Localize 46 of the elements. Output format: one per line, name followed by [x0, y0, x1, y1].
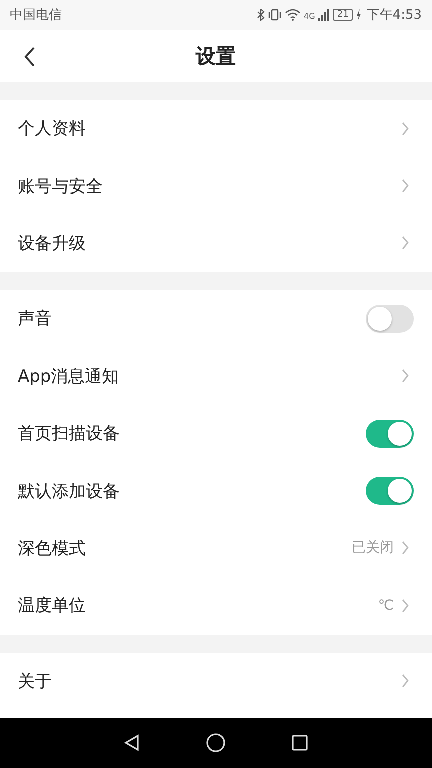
row-label: 深色模式: [18, 538, 86, 560]
chevron-icon: [402, 179, 410, 194]
settings-row[interactable]: 关于: [0, 652, 432, 710]
settings-row[interactable]: 个人资料: [0, 100, 432, 158]
battery-level: 21: [333, 9, 353, 21]
settings-row[interactable]: 声音: [0, 290, 432, 348]
chevron-icon: [402, 541, 410, 556]
settings-row[interactable]: 设备升级: [0, 214, 432, 272]
toggle-switch[interactable]: [366, 304, 414, 333]
chevron-icon: [402, 236, 410, 250]
back-icon[interactable]: [122, 734, 141, 752]
signal-icon: [318, 9, 330, 21]
settings-row[interactable]: 深色模式 已关闭: [0, 520, 432, 578]
settings-row[interactable]: 温度单位 ℃: [0, 577, 432, 635]
vibrate-icon: [268, 9, 282, 21]
toggle-switch[interactable]: [366, 420, 414, 448]
row-label: 声音: [18, 308, 52, 330]
row-label: 账号与安全: [18, 176, 103, 198]
carrier-name: 中国电信: [10, 7, 62, 24]
wifi-icon: [285, 9, 302, 21]
row-label: 默认添加设备: [18, 480, 120, 503]
settings-row[interactable]: App消息通知: [0, 348, 432, 405]
row-label: 温度单位: [18, 595, 86, 618]
settings-row[interactable]: 账号与安全: [0, 157, 432, 215]
home-icon[interactable]: [206, 733, 226, 753]
chevron-icon: [402, 122, 410, 136]
row-label: 关于: [18, 670, 52, 693]
settings-row[interactable]: 默认添加设备: [0, 462, 432, 520]
page-title: 设置: [196, 42, 236, 70]
clock-time: 下午4:53: [366, 7, 422, 24]
row-value: ℃: [378, 598, 394, 614]
chevron-icon: [402, 598, 410, 613]
charging-icon: [356, 9, 362, 21]
recents-icon[interactable]: [291, 734, 310, 752]
chevron-icon: [402, 369, 410, 384]
row-label: 个人资料: [18, 118, 86, 140]
bluetooth-icon: [257, 9, 266, 21]
toggle-switch[interactable]: [366, 477, 414, 506]
row-label: 首页扫描设备: [18, 423, 120, 446]
settings-row[interactable]: 首页扫描设备: [0, 404, 432, 462]
network-type: 4G: [304, 12, 316, 21]
row-value: 已关闭: [352, 539, 394, 558]
row-label: 设备升级: [18, 232, 86, 255]
back-icon: [24, 47, 36, 67]
chevron-icon: [402, 674, 410, 688]
row-label: App消息通知: [18, 366, 120, 388]
